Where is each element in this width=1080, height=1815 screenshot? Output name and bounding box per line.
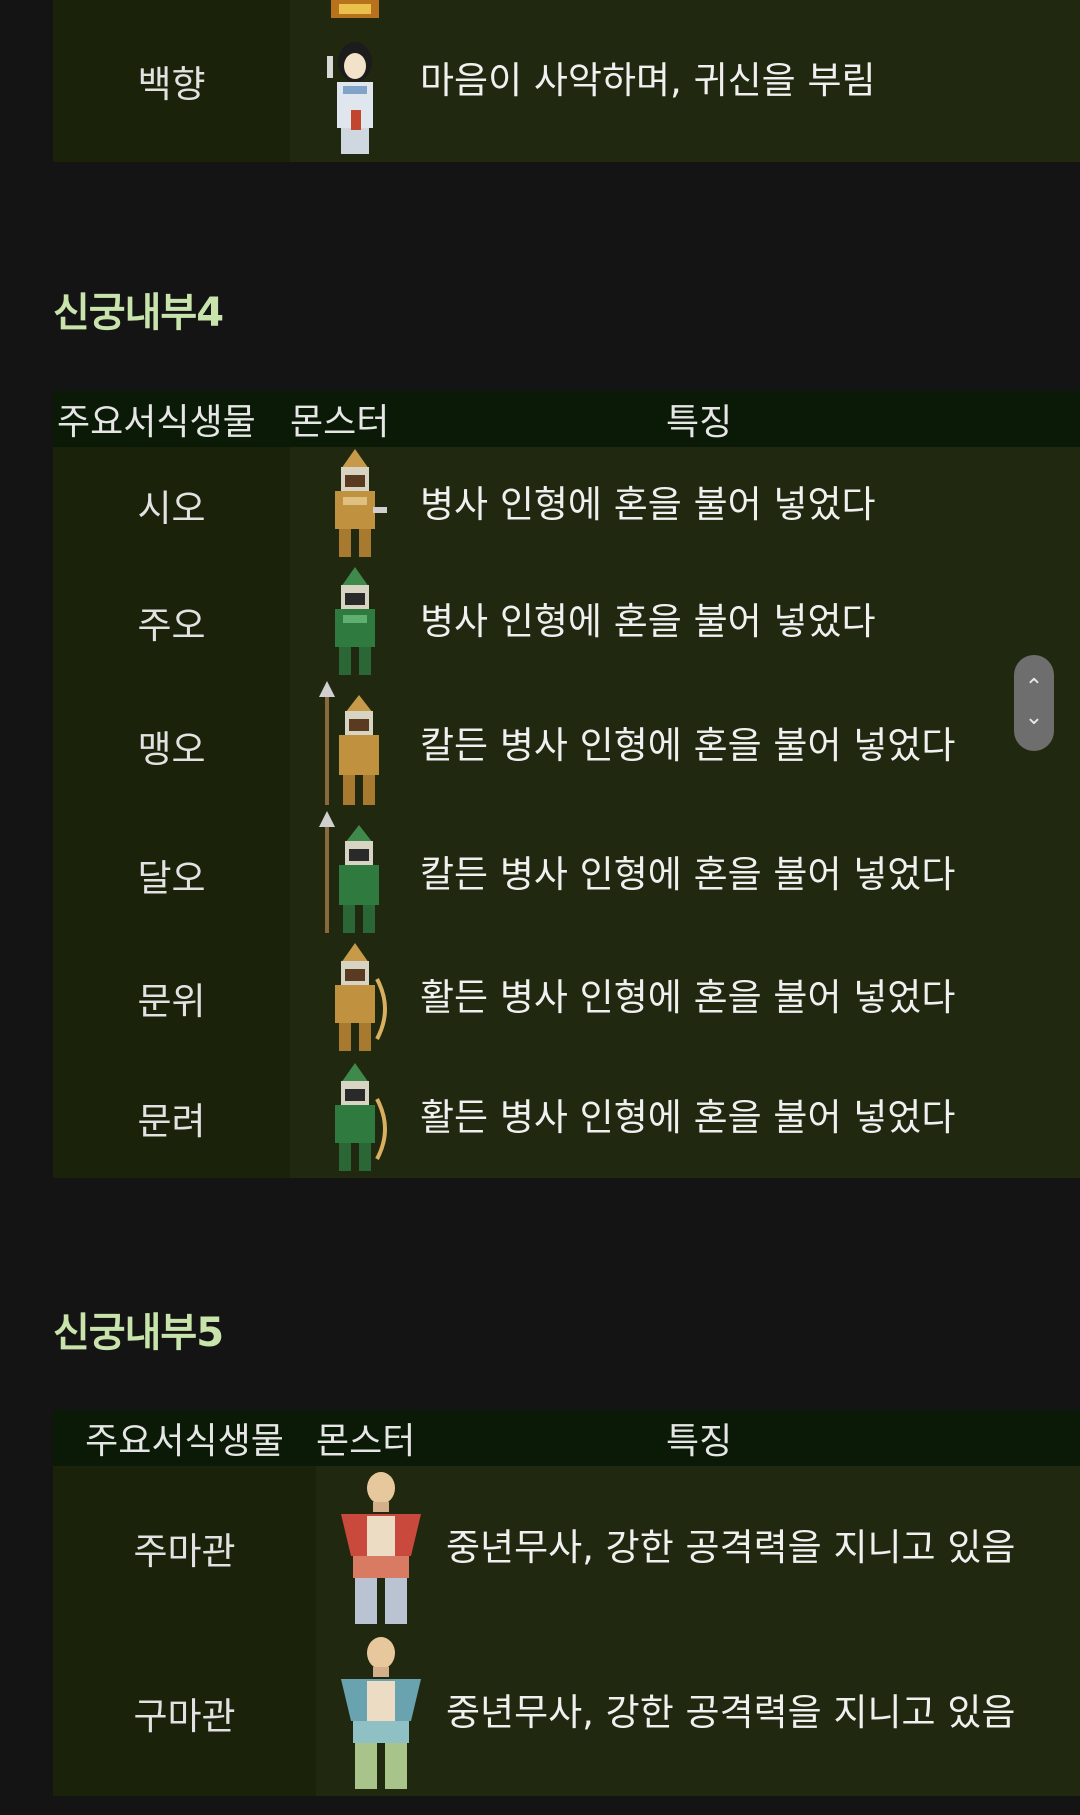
- header-feature-label: 특징: [666, 1421, 733, 1462]
- monster-feature: 병사 인형에 혼을 불어 넣었다: [420, 563, 1080, 681]
- monster-table: 주요서식생물 몬스터 특징 획 시오: [53, 391, 1080, 1178]
- monster-sprite: [290, 811, 420, 939]
- ghost-lady-sprite-icon: [327, 0, 379, 154]
- monster-feature: 중년무사, 강한 공격력을 지니고 있음: [446, 1630, 1080, 1796]
- monster-name: 주마관: [53, 1466, 316, 1630]
- gold-soldier-sprite-icon: [335, 449, 387, 557]
- header-monster: 몬스터: [316, 1410, 446, 1466]
- monster-feature: 활든 병사 인형에 혼을 불어 넣었다: [420, 1057, 1080, 1178]
- section-title-4: 신궁내부4: [53, 290, 224, 336]
- header-monster: 몬스터: [290, 391, 420, 447]
- monster-sprite: [290, 681, 420, 811]
- header-feature: 특징 획: [420, 391, 1080, 447]
- monster-sprite: [316, 1630, 446, 1796]
- monster-sprite: [316, 1466, 446, 1630]
- monster-name: 문려: [53, 1057, 290, 1178]
- monster-feature: 마음이 사악하며, 귀신을 부림: [420, 0, 1080, 162]
- table-row: 백향 마음이 사악하며, 귀신을 부림: [53, 0, 1080, 162]
- monster-feature: 칼든 병사 인형에 혼을 불어 넣었다: [420, 681, 1080, 811]
- header-habitat: 주요서식생물: [53, 391, 290, 447]
- table-row: 문위 활든 병사 인형에 혼을 불어 넣었다: [53, 939, 1080, 1057]
- section-title-5: 신궁내부5: [53, 1310, 224, 1356]
- table-row: 주오 병사 인형에 혼을 불어 넣었다: [53, 563, 1080, 681]
- table-section3-tail: 백향 마음이 사악하며, 귀신을 부림: [53, 0, 1080, 162]
- header-feature: 특징 획: [446, 1410, 1080, 1466]
- table-row: 맹오 칼든 병사 인형에 혼을 불어 넣었다: [53, 681, 1080, 811]
- monster-name: 백향: [53, 0, 290, 162]
- monster-name: 시오: [53, 447, 290, 563]
- monster-name: 맹오: [53, 681, 290, 811]
- table-row: 문려 활든 병사 인형에 혼을 불어 넣었다: [53, 1057, 1080, 1178]
- green-warrior-sprite-icon: [341, 1637, 421, 1789]
- gold-halberd-soldier-sprite-icon: [319, 681, 379, 805]
- monster-sprite: [290, 447, 420, 563]
- header-habitat: 주요서식생물: [53, 1410, 316, 1466]
- table-section4: 주요서식생물 몬스터 특징 획 시오: [53, 391, 1080, 1178]
- table-row: 구마관 중년무사, 강한 공격력을 지니고 있음: [53, 1630, 1080, 1796]
- monster-feature: 중년무사, 강한 공격력을 지니고 있음: [446, 1466, 1080, 1630]
- monster-table: 주요서식생물 몬스터 특징 획 주마관: [53, 1410, 1080, 1796]
- monster-name: 구마관: [53, 1630, 316, 1796]
- scroll-control[interactable]: ⌃ ⌄: [1014, 655, 1054, 751]
- header-feature-label: 특징: [666, 402, 733, 443]
- monster-table: 백향 마음이 사악하며, 귀신을 부림: [53, 0, 1080, 162]
- monster-feature: 칼든 병사 인형에 혼을 불어 넣었다: [420, 811, 1080, 939]
- monster-sprite: [290, 0, 420, 162]
- table-row: 시오 병사 인형에 혼을 불어 넣었다: [53, 447, 1080, 563]
- table-row: 달오 칼든 병사 인형에 혼을 불어 넣었다: [53, 811, 1080, 939]
- page: 백향 마음이 사악하며, 귀신을 부림 신궁내부4 주요서식생물 몬스터 특징 …: [0, 0, 1080, 1815]
- monster-feature: 활든 병사 인형에 혼을 불어 넣었다: [420, 939, 1080, 1057]
- monster-name: 달오: [53, 811, 290, 939]
- monster-sprite: [290, 939, 420, 1057]
- red-warrior-sprite-icon: [341, 1472, 421, 1624]
- monster-sprite: [290, 563, 420, 681]
- green-halberd-soldier-sprite-icon: [319, 811, 379, 933]
- monster-feature: 병사 인형에 혼을 불어 넣었다: [420, 447, 1080, 563]
- monster-name: 문위: [53, 939, 290, 1057]
- chevron-down-icon[interactable]: ⌄: [1025, 703, 1043, 733]
- gold-archer-sprite-icon: [335, 943, 387, 1051]
- table-row: 주마관 중년무사, 강한 공격력을 지니고 있음: [53, 1466, 1080, 1630]
- green-soldier-sprite-icon: [335, 567, 375, 675]
- monster-sprite: [290, 1057, 420, 1178]
- table-section5: 주요서식생물 몬스터 특징 획 주마관: [53, 1410, 1080, 1796]
- green-archer-sprite-icon: [335, 1062, 387, 1171]
- table-header-row: 주요서식생물 몬스터 특징 획: [53, 1410, 1080, 1466]
- table-header-row: 주요서식생물 몬스터 특징 획: [53, 391, 1080, 447]
- monster-name: 주오: [53, 563, 290, 681]
- chevron-up-icon[interactable]: ⌃: [1025, 673, 1043, 703]
